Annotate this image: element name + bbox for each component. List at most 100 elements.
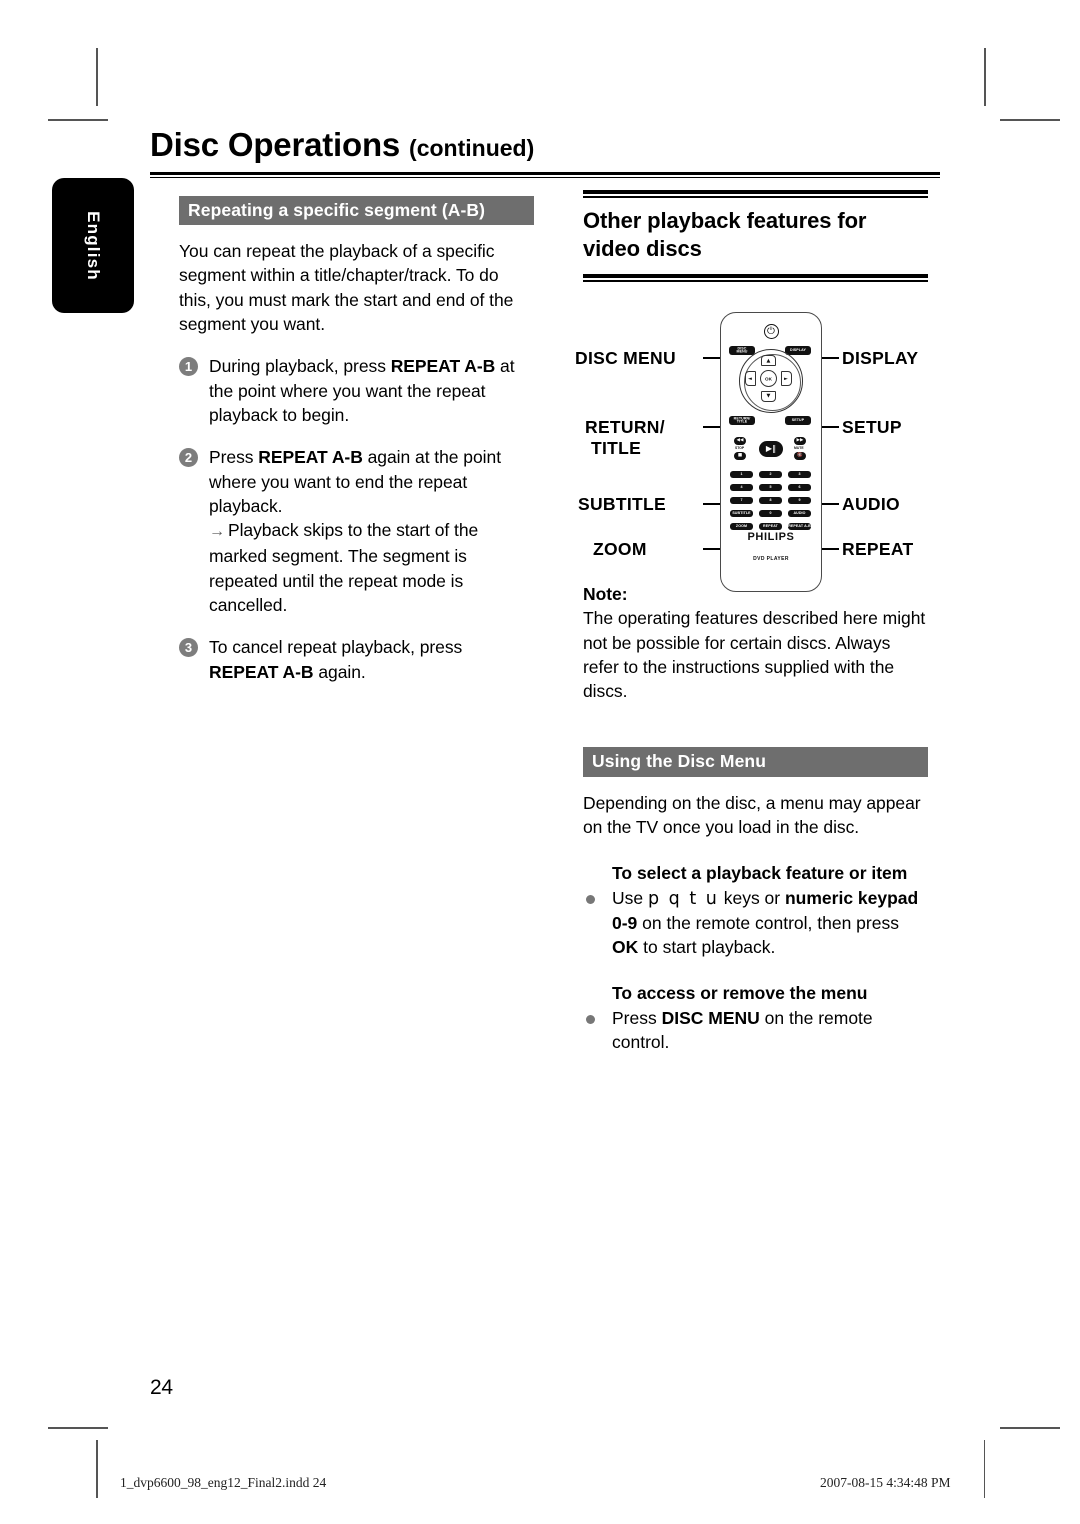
remote-key-audio[interactable]: AUDIO	[788, 510, 811, 517]
bullet-access-pre: Press	[612, 1007, 662, 1028]
nav-right-icon: ►	[784, 375, 788, 382]
remote-control-body: ⏻ DISC MENU DISPLAY ▲ ▼ ◄ ► OK RETURN/ T…	[720, 312, 822, 592]
remote-key-next[interactable]: ▶▶	[794, 437, 806, 445]
remote-key-2[interactable]: 2	[759, 471, 782, 478]
right-heading-rules-bottom	[583, 274, 928, 282]
rule-thin-top	[583, 196, 928, 198]
ok-button[interactable]: OK	[760, 370, 777, 387]
page-title-main: Disc Operations	[150, 126, 401, 163]
remote-key-4[interactable]: 4	[730, 484, 753, 491]
crop-mark-bottom-right-horizontal	[1000, 1427, 1060, 1429]
crop-mark-top-right-vertical	[984, 48, 986, 106]
crop-mark-bottom-left-vertical	[96, 1440, 98, 1498]
subhead-access-menu: To access or remove the menu	[612, 983, 868, 1004]
right-main-heading: Other playback features for video discs	[583, 208, 867, 261]
mute-icon: 🔇	[797, 452, 803, 458]
remote-key-2-label: 2	[769, 471, 772, 476]
step-1-pre: During playback, press	[209, 356, 391, 377]
step-2: 2 Press REPEAT A-B again at the point wh…	[179, 445, 534, 617]
remote-key-repeat-ab[interactable]: REPEAT A-B	[788, 523, 811, 530]
callout-disc-menu: DISC MENU	[575, 348, 676, 368]
play-pause-icon: ▶‖	[765, 444, 777, 453]
bullet-select-playback: Use p q t u keys or numeric keypad 0-9 o…	[583, 886, 928, 960]
step-3-post: again.	[313, 661, 366, 682]
nav-left-icon: ◄	[748, 375, 752, 382]
remote-key-0-label: 0	[769, 510, 772, 515]
remote-key-3-label: 3	[798, 471, 801, 476]
step-3-pre: To cancel repeat playback, press	[209, 637, 463, 658]
crop-mark-top-right-horizontal	[1000, 119, 1060, 121]
callout-zoom: ZOOM	[593, 539, 647, 559]
callout-return: RETURN/	[585, 417, 665, 437]
callout-audio: AUDIO	[842, 494, 900, 514]
remote-key-zoom-label: ZOOM	[735, 523, 748, 528]
nav-up-icon: ▲	[766, 358, 771, 364]
remote-key-subtitle-label: SUBTITLE	[732, 510, 751, 515]
remote-key-repeat[interactable]: REPEAT	[759, 523, 782, 530]
remote-key-repeat-ab-label: REPEAT A-B	[788, 523, 811, 528]
remote-key-5-label: 5	[769, 484, 772, 489]
remote-key-audio-label: AUDIO	[793, 510, 806, 515]
remote-key-8[interactable]: 8	[759, 497, 782, 504]
disc-menu-intro: Depending on the disc, a menu may appear…	[583, 792, 921, 837]
remote-key-disc-menu[interactable]: DISC MENU	[729, 346, 755, 355]
remote-key-9[interactable]: 9	[788, 497, 811, 504]
bullet-access-bold: DISC MENU	[661, 1007, 760, 1028]
power-icon: ⏻	[767, 325, 775, 337]
remote-key-3[interactable]: 3	[788, 471, 811, 478]
remote-key-9-label: 9	[798, 497, 801, 502]
crop-mark-top-left-horizontal	[48, 119, 108, 121]
philips-brand-logo: PHILIPS	[747, 531, 795, 543]
remote-key-7[interactable]: 7	[730, 497, 753, 504]
remote-key-repeat-label: REPEAT	[763, 523, 778, 528]
step-3-bold: REPEAT A-B	[209, 661, 314, 682]
crop-mark-top-left-vertical	[96, 48, 98, 106]
step-3-number: 3	[179, 638, 198, 658]
nav-key-glyphs: p q t u	[647, 888, 719, 909]
step-3-text: To cancel repeat playback, press REPEAT …	[209, 635, 534, 684]
remote-key-play-pause[interactable]: ▶‖	[759, 441, 783, 457]
remote-key-previous[interactable]: ◀◀	[734, 437, 746, 445]
step-3: 3 To cancel repeat playback, press REPEA…	[179, 635, 534, 684]
title-rule-thick	[150, 172, 940, 175]
page-number: 24	[150, 1376, 173, 1399]
callout-setup: SETUP	[842, 417, 902, 437]
remote-key-subtitle[interactable]: SUBTITLE	[730, 510, 753, 517]
remote-key-1[interactable]: 1	[730, 471, 753, 478]
nav-down-icon: ▼	[766, 393, 771, 399]
bullet-select-mid: keys or	[718, 887, 785, 908]
remote-key-mute[interactable]: 🔇	[794, 452, 806, 460]
subhead-select-playback: To select a playback feature or item	[612, 863, 908, 884]
bullet-select-bold2: OK	[612, 937, 639, 958]
remote-key-0[interactable]: 0	[759, 510, 782, 517]
bullet-icon	[586, 894, 595, 904]
bullet-select-pre: Use	[612, 887, 648, 908]
remote-key-5[interactable]: 5	[759, 484, 782, 491]
remote-key-display-label: DISPLAY	[790, 347, 806, 352]
remote-key-setup[interactable]: SETUP	[785, 416, 811, 425]
step-2-pre: Press	[209, 447, 259, 468]
remote-key-return-title[interactable]: RETURN/TITLE	[729, 416, 755, 425]
page-title-continued: (continued)	[409, 135, 535, 161]
note-block: Note: The operating features described he…	[583, 582, 928, 703]
remote-key-zoom[interactable]: ZOOM	[730, 523, 753, 530]
remote-key-1-label: 1	[740, 471, 743, 476]
remote-key-4-label: 4	[740, 484, 743, 489]
remote-key-disc-menu-label: DISC MENU	[736, 345, 748, 354]
footer-filename: 1_dvp6600_98_eng12_Final2.indd 24	[120, 1475, 327, 1490]
stop-icon: ■	[737, 452, 743, 458]
remote-key-6[interactable]: 6	[788, 484, 811, 491]
page-header: Disc Operations (continued)	[150, 126, 940, 178]
power-button[interactable]: ⏻	[763, 324, 779, 339]
next-icon: ▶▶	[796, 437, 804, 443]
footer-divider	[984, 1440, 986, 1498]
remote-key-7-label: 7	[740, 497, 743, 502]
step-1-bold: REPEAT A-B	[390, 356, 496, 377]
crop-mark-bottom-left-horizontal	[48, 1427, 108, 1429]
remote-key-stop[interactable]: ■	[734, 452, 746, 460]
bullet-select-post1: on the remote control, then press	[637, 912, 899, 933]
remote-key-setup-label: SETUP	[791, 417, 805, 422]
navigation-ring[interactable]: ▲ ▼ ◄ ► OK	[739, 349, 803, 413]
remote-key-6-label: 6	[798, 484, 801, 489]
step-2-result-text: Playback skips to the start of the marke…	[209, 520, 479, 615]
